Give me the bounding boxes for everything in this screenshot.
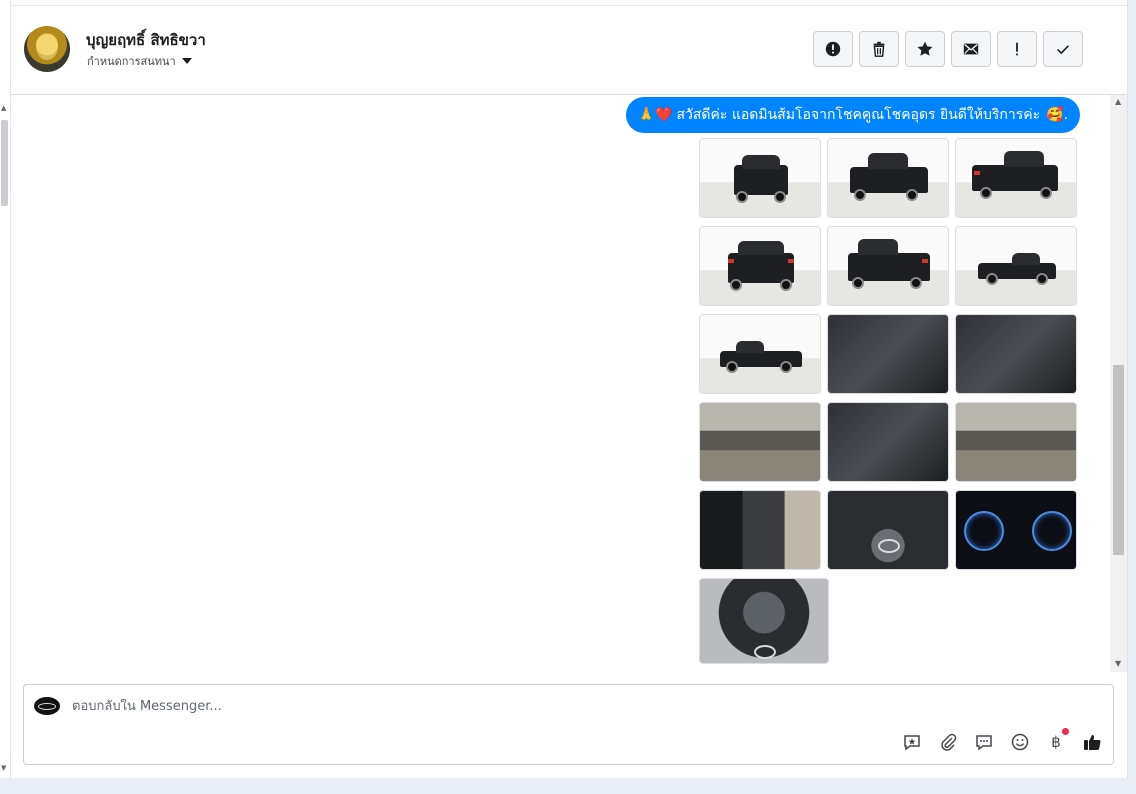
exclamation-icon bbox=[1016, 42, 1018, 56]
assign-label: กำหนดการสนทนา bbox=[87, 55, 176, 68]
delete-button[interactable] bbox=[859, 31, 899, 67]
attach-button[interactable] bbox=[937, 731, 959, 753]
spam-button[interactable] bbox=[813, 31, 853, 67]
photo-interior-dashboard-wide[interactable] bbox=[827, 402, 949, 482]
alert-circle-icon bbox=[825, 41, 841, 57]
thumbs-up-icon bbox=[1084, 735, 1101, 751]
photo-truck-rear-three-quarter-left[interactable] bbox=[827, 226, 949, 306]
photo-truck-front[interactable] bbox=[699, 138, 821, 218]
photo-instrument-cluster[interactable] bbox=[955, 490, 1077, 570]
photo-rear-seats-view[interactable] bbox=[955, 402, 1077, 482]
chat-bubble-icon bbox=[976, 735, 992, 751]
photo-door-panel[interactable] bbox=[699, 490, 821, 570]
photo-truck-front-three-quarter[interactable] bbox=[827, 138, 949, 218]
conversation-header: บุญยฤทธิ์ สิทธิขวา กำหนดการสนทนา bbox=[10, 6, 1127, 95]
contact-avatar[interactable] bbox=[24, 26, 70, 72]
saved-reply-button[interactable] bbox=[901, 731, 923, 753]
scroll-thumb[interactable] bbox=[1113, 365, 1124, 555]
photo-engine-bay[interactable] bbox=[699, 578, 829, 664]
photo-dashboard-passenger-view[interactable] bbox=[955, 314, 1077, 394]
header-actions bbox=[813, 31, 1083, 67]
photo-truck-rear-three-quarter[interactable] bbox=[955, 138, 1077, 218]
checkmark-icon bbox=[1057, 45, 1069, 55]
quick-replies-button[interactable] bbox=[973, 731, 995, 753]
composer-tools: ฿ bbox=[901, 728, 1103, 753]
payment-icon: ฿ bbox=[1051, 733, 1061, 751]
emoji-button[interactable] bbox=[1009, 731, 1031, 753]
assign-conversation-dropdown[interactable]: กำหนดการสนทนา bbox=[87, 52, 192, 70]
trash-icon bbox=[873, 41, 885, 57]
thread-scrollbar[interactable]: ▲ ▼ bbox=[1110, 95, 1127, 672]
photo-steering-wheel[interactable] bbox=[827, 490, 949, 570]
payment-button[interactable]: ฿ bbox=[1045, 728, 1069, 753]
contact-name[interactable]: บุญยฤทธิ์ สิทธิขวา bbox=[86, 28, 206, 52]
scroll-up-icon[interactable]: ▲ bbox=[1, 104, 6, 112]
mark-done-button[interactable] bbox=[1043, 31, 1083, 67]
photo-gear-shifter[interactable] bbox=[827, 314, 949, 394]
photo-front-seats-driver-door[interactable] bbox=[699, 402, 821, 482]
saved-reply-icon bbox=[904, 735, 920, 751]
notification-dot bbox=[1062, 728, 1069, 735]
follow-up-button[interactable] bbox=[997, 31, 1037, 67]
photo-truck-side-right[interactable] bbox=[955, 226, 1077, 306]
scroll-up-icon[interactable]: ▲ bbox=[1115, 97, 1121, 106]
message-bubble[interactable]: 🙏❤️ สวัสดีค่ะ แอดมินส้มโอจากโชคคูณโชคอุด… bbox=[625, 97, 1080, 133]
envelope-icon bbox=[963, 43, 979, 55]
emoji-icon bbox=[1011, 733, 1029, 751]
caret-down-icon bbox=[181, 58, 192, 64]
message-text: สวัสดีค่ะ แอดมินส้มโอจากโชคคูณโชคอุดร ยิ… bbox=[676, 107, 1041, 123]
scroll-down-icon[interactable]: ▼ bbox=[1, 764, 6, 772]
message-trail-emoji: 🥰. bbox=[1046, 107, 1068, 123]
message-lead-emoji: 🙏❤️ bbox=[637, 107, 673, 123]
attachment-icon bbox=[941, 733, 957, 751]
message-thread: 🙏❤️ สวัสดีค่ะ แอดมินส้มโอจากโชคคูณโชคอุด… bbox=[10, 95, 1110, 672]
star-button[interactable] bbox=[905, 31, 945, 67]
mark-unread-button[interactable] bbox=[951, 31, 991, 67]
page-avatar bbox=[34, 697, 60, 715]
conversation-panel: ▲ ▼ บุญยฤทธิ์ สิทธิขวา กำหนดการสนทนา 🙏❤️… bbox=[0, 0, 1128, 778]
like-button[interactable] bbox=[1081, 731, 1103, 753]
reply-input[interactable] bbox=[72, 699, 772, 714]
photo-truck-side-left[interactable] bbox=[699, 314, 821, 394]
scroll-thumb[interactable] bbox=[1, 120, 8, 206]
scroll-down-icon[interactable]: ▼ bbox=[1115, 659, 1121, 668]
reply-composer: ฿ bbox=[23, 684, 1114, 765]
star-icon bbox=[917, 41, 933, 56]
photo-truck-rear[interactable] bbox=[699, 226, 821, 306]
